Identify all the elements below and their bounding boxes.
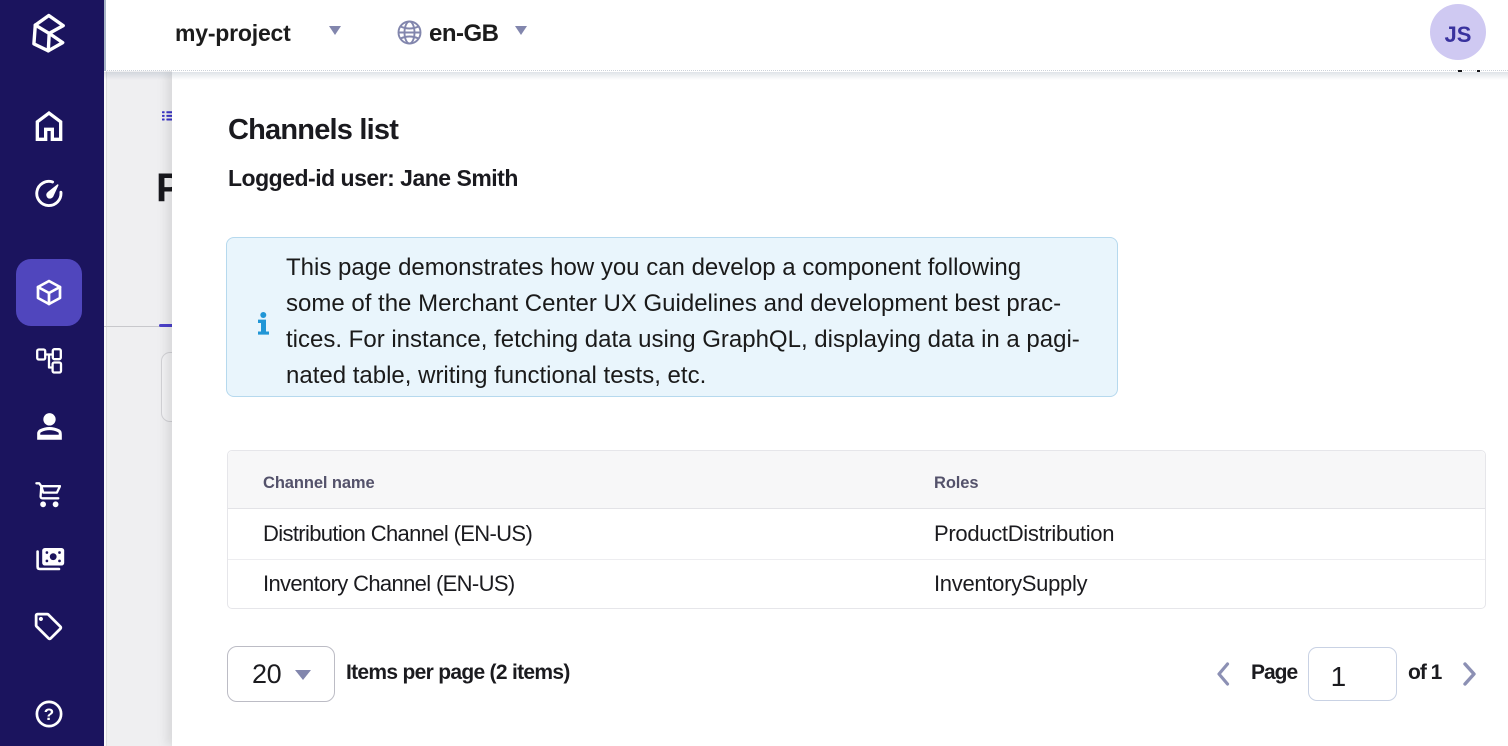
svg-text:?: ? <box>44 705 54 724</box>
